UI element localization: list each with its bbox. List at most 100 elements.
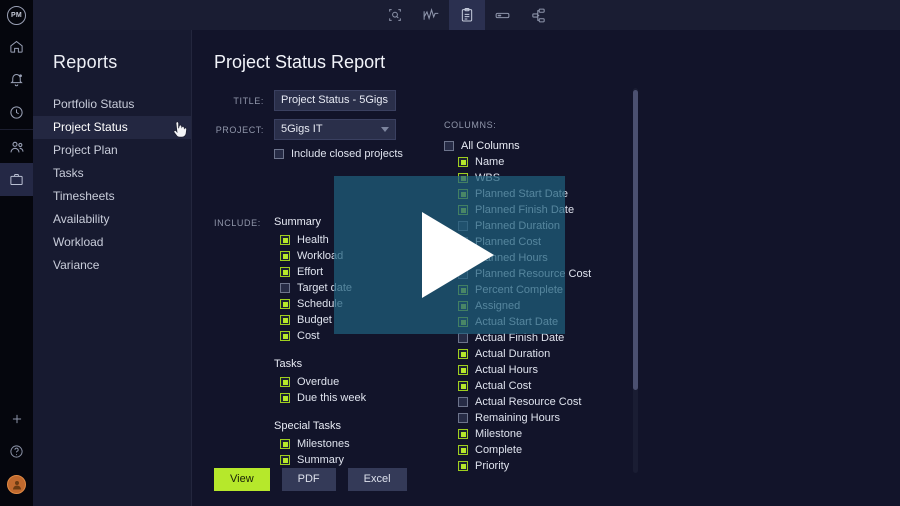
project-select[interactable]: 5Gigs IT bbox=[274, 119, 396, 140]
sidebar-item-availability[interactable]: Availability bbox=[33, 208, 191, 231]
checkbox[interactable] bbox=[458, 445, 468, 455]
sidebar-item-workload[interactable]: Workload bbox=[33, 231, 191, 254]
avatar bbox=[7, 475, 26, 494]
checkbox[interactable] bbox=[280, 315, 290, 325]
project-label: PROJECT: bbox=[215, 124, 264, 135]
checkbox[interactable] bbox=[458, 189, 468, 199]
column-option-wbs[interactable]: WBS bbox=[458, 170, 644, 186]
excel-button[interactable]: Excel bbox=[347, 468, 407, 491]
app-logo[interactable]: PM bbox=[0, 0, 33, 30]
scrollbar-thumb[interactable] bbox=[633, 90, 638, 390]
card-icon bbox=[494, 7, 511, 24]
time-icon bbox=[9, 105, 24, 120]
option-label: Overdue bbox=[297, 376, 340, 388]
column-option-actual-start-date[interactable]: Actual Start Date bbox=[458, 314, 644, 330]
checkbox[interactable] bbox=[458, 221, 468, 231]
clipboard-icon bbox=[459, 7, 475, 23]
checkbox[interactable] bbox=[280, 251, 290, 261]
title-input[interactable]: Project Status - 5Gigs bbox=[274, 90, 396, 111]
checkbox[interactable] bbox=[458, 429, 468, 439]
toolbar-reports-button[interactable] bbox=[448, 0, 485, 30]
column-option-planned-cost[interactable]: Planned Cost bbox=[458, 234, 644, 250]
home-icon bbox=[9, 39, 24, 54]
checkbox[interactable] bbox=[458, 173, 468, 183]
column-option-actual-hours[interactable]: Actual Hours bbox=[458, 362, 644, 378]
checkbox[interactable] bbox=[458, 365, 468, 375]
toolbar-structure-button[interactable] bbox=[521, 0, 557, 30]
checkbox[interactable] bbox=[458, 317, 468, 327]
checkbox[interactable] bbox=[280, 377, 290, 387]
include-closed-checkbox[interactable] bbox=[274, 149, 284, 159]
toolbar-analytics-button[interactable] bbox=[413, 0, 449, 30]
sidebar-item-timesheets[interactable]: Timesheets bbox=[33, 185, 191, 208]
column-option-priority[interactable]: Priority bbox=[458, 458, 644, 474]
rail-item-people[interactable] bbox=[0, 130, 33, 163]
column-option-planned-duration[interactable]: Planned Duration bbox=[458, 218, 644, 234]
checkbox[interactable] bbox=[280, 283, 290, 293]
rail-item-time[interactable] bbox=[0, 96, 33, 129]
checkbox[interactable] bbox=[458, 397, 468, 407]
rail-item-avatar[interactable] bbox=[0, 468, 33, 501]
sidebar-item-project-plan[interactable]: Project Plan bbox=[33, 139, 191, 162]
column-option-actual-resource-cost[interactable]: Actual Resource Cost bbox=[458, 394, 644, 410]
checkbox[interactable] bbox=[458, 349, 468, 359]
view-button[interactable]: View bbox=[214, 468, 270, 491]
rail-item-home[interactable] bbox=[0, 30, 33, 63]
sidebar-item-tasks[interactable]: Tasks bbox=[33, 162, 191, 185]
column-option-actual-finish-date[interactable]: Actual Finish Date bbox=[458, 330, 644, 346]
sidebar-item-variance[interactable]: Variance bbox=[33, 254, 191, 277]
column-option-remaining-hours[interactable]: Remaining Hours bbox=[458, 410, 644, 426]
columns-all-row[interactable]: All Columns bbox=[444, 138, 644, 154]
column-option-planned-start-date[interactable]: Planned Start Date bbox=[458, 186, 644, 202]
toolbar-board-button[interactable] bbox=[485, 0, 521, 30]
checkbox[interactable] bbox=[458, 157, 468, 167]
checkbox[interactable] bbox=[458, 461, 468, 471]
include-label: INCLUDE: bbox=[214, 218, 261, 228]
column-option-assigned[interactable]: Assigned bbox=[458, 298, 644, 314]
checkbox[interactable] bbox=[458, 333, 468, 343]
column-option-complete[interactable]: Complete bbox=[458, 442, 644, 458]
option-label: Percent Complete bbox=[475, 284, 564, 296]
column-option-actual-cost[interactable]: Actual Cost bbox=[458, 378, 644, 394]
add-icon bbox=[10, 412, 24, 426]
rail-item-add[interactable] bbox=[0, 402, 33, 435]
sidebar-list: Portfolio Status Project Status Project … bbox=[33, 93, 191, 277]
page-title: Project Status Report bbox=[214, 52, 386, 72]
checkbox[interactable] bbox=[458, 205, 468, 215]
checkbox[interactable] bbox=[280, 235, 290, 245]
checkbox[interactable] bbox=[458, 237, 468, 247]
column-option-actual-duration[interactable]: Actual Duration bbox=[458, 346, 644, 362]
hierarchy-icon bbox=[530, 7, 547, 24]
option-label: Actual Hours bbox=[475, 364, 538, 376]
checkbox[interactable] bbox=[280, 331, 290, 341]
checkbox[interactable] bbox=[280, 393, 290, 403]
column-option-name[interactable]: Name bbox=[458, 154, 644, 170]
column-option-planned-hours[interactable]: Planned Hours bbox=[458, 250, 644, 266]
column-option-percent-complete[interactable]: Percent Complete bbox=[458, 282, 644, 298]
rail-item-help[interactable] bbox=[0, 435, 33, 468]
sidebar-item-portfolio-status[interactable]: Portfolio Status bbox=[33, 93, 191, 116]
checkbox[interactable] bbox=[458, 413, 468, 423]
sidebar-item-project-status[interactable]: Project Status bbox=[33, 116, 191, 139]
rail-item-notifications[interactable] bbox=[0, 63, 33, 96]
checkbox[interactable] bbox=[280, 439, 290, 449]
checkbox[interactable] bbox=[458, 381, 468, 391]
checkbox[interactable] bbox=[458, 301, 468, 311]
option-label: Planned Duration bbox=[475, 220, 561, 232]
pdf-button[interactable]: PDF bbox=[281, 468, 336, 491]
column-option-milestone[interactable]: Milestone bbox=[458, 426, 644, 442]
rail-item-projects[interactable] bbox=[0, 163, 33, 196]
checkbox[interactable] bbox=[458, 253, 468, 263]
checkbox[interactable] bbox=[458, 269, 468, 279]
toolbar-search-button[interactable] bbox=[377, 0, 413, 30]
columns-label: COLUMNS: bbox=[444, 120, 497, 130]
option-label: Actual Finish Date bbox=[475, 332, 565, 344]
checkbox[interactable] bbox=[458, 285, 468, 295]
columns-scrollbar[interactable] bbox=[633, 88, 638, 473]
checkbox[interactable] bbox=[280, 299, 290, 309]
all-columns-checkbox[interactable] bbox=[444, 141, 454, 151]
column-option-planned-finish-date[interactable]: Planned Finish Date bbox=[458, 202, 644, 218]
checkbox[interactable] bbox=[280, 455, 290, 465]
column-option-planned-resource-cost[interactable]: Planned Resource Cost bbox=[458, 266, 644, 282]
checkbox[interactable] bbox=[280, 267, 290, 277]
